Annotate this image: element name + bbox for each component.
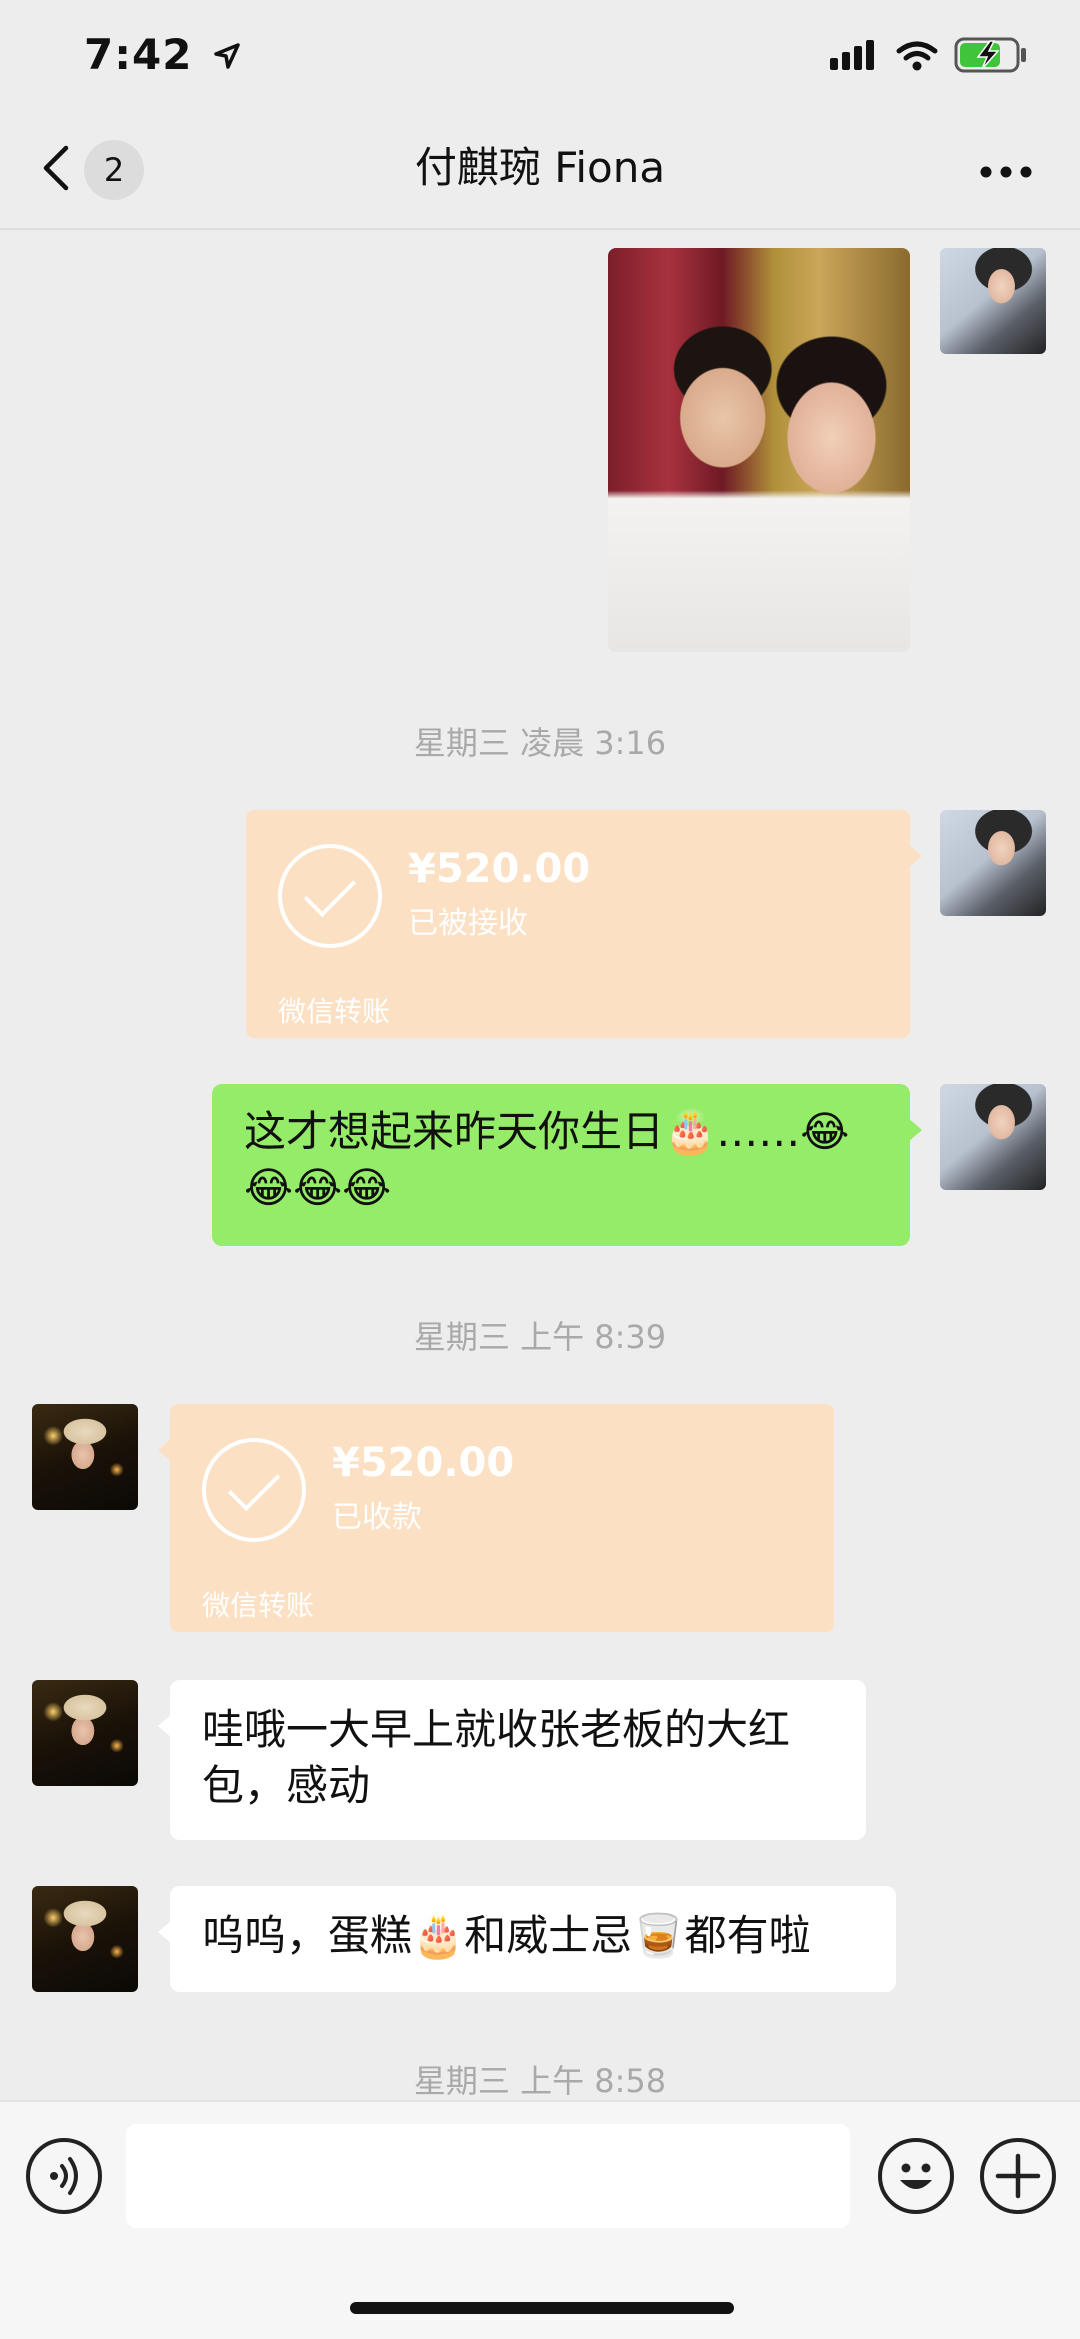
plus-icon [995, 2153, 1041, 2199]
check-circle-icon [278, 844, 382, 948]
more-icon [980, 166, 1032, 178]
plus-button[interactable] [980, 2138, 1056, 2214]
back-button[interactable] [36, 140, 76, 196]
message-input[interactable] [126, 2124, 850, 2228]
status-time: 7:42 [84, 30, 242, 79]
timestamp: 星期三 凌晨 3:16 [413, 724, 667, 762]
signal-icon [830, 40, 874, 70]
transfer-label: 微信转账 [202, 1589, 315, 1622]
avatar[interactable] [940, 248, 1046, 354]
battery-charging-icon [954, 37, 1026, 73]
timestamp: 星期三 上午 8:39 [413, 1318, 667, 1356]
message-bubble-sent[interactable]: 这才想起来昨天你生日🎂……😂😂😂😂 [212, 1084, 910, 1246]
transfer-status: 已收款 [332, 1500, 422, 1535]
avatar[interactable] [32, 1680, 138, 1786]
emoji-button[interactable] [878, 2138, 954, 2214]
transfer-card-sent[interactable]: ¥520.00 已被接收 微信转账 [246, 810, 910, 1038]
transfer-card-received[interactable]: ¥520.00 已收款 微信转账 [170, 1404, 834, 1632]
transfer-amount: ¥520.00 [332, 1440, 515, 1486]
location-arrow-icon [214, 43, 240, 69]
voice-button[interactable] [26, 2138, 102, 2214]
avatar[interactable] [32, 1404, 138, 1510]
check-circle-icon [202, 1438, 306, 1542]
transfer-amount: ¥520.00 [408, 846, 591, 892]
message-bubble-received[interactable]: 呜呜，蛋糕🎂和威士忌🥃都有啦 [170, 1886, 896, 1992]
unread-count-badge[interactable]: 2 [84, 140, 144, 200]
more-button[interactable] [976, 152, 1036, 192]
message-bubble-received[interactable]: 哇哦一大早上就收张老板的大红包，感动 [170, 1680, 866, 1840]
avatar[interactable] [32, 1886, 138, 1992]
back-chevron-icon [43, 145, 69, 191]
timestamp: 星期三 上午 8:58 [413, 2062, 667, 2100]
header-divider [0, 228, 1080, 230]
emoji-icon [900, 2163, 932, 2189]
avatar[interactable] [940, 1084, 1046, 1190]
voice-icon [50, 2157, 78, 2195]
chat-title: 付麒琬 Fiona [414, 143, 666, 192]
bubble-tail [908, 1118, 922, 1142]
bubble-tail [908, 844, 922, 868]
avatar[interactable] [940, 810, 1046, 916]
transfer-status: 已被接收 [408, 906, 528, 941]
status-icons [830, 36, 1030, 76]
home-indicator [350, 2302, 734, 2314]
photo-message[interactable] [608, 248, 910, 652]
wifi-icon [896, 41, 938, 71]
transfer-label: 微信转账 [278, 995, 391, 1028]
